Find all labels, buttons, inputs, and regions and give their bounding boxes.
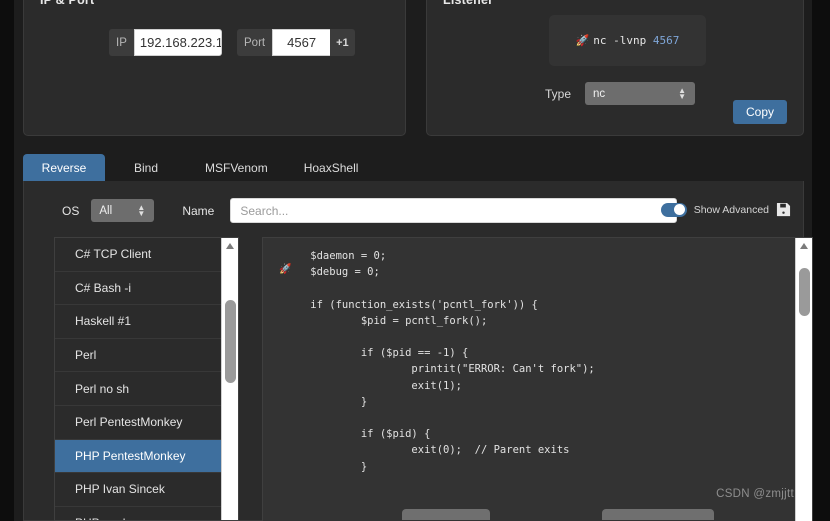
listener-command-port: 4567 — [652, 34, 680, 47]
listener-type-value: nc — [593, 87, 606, 100]
listener-type-select[interactable]: nc ▲ ▼ — [585, 82, 696, 105]
list-item[interactable]: C# Bash -i — [55, 272, 223, 306]
payload-list-items: C# TCP Client C# Bash -i Haskell #1 Perl… — [55, 238, 223, 520]
chevron-updown-icon: ▲ ▼ — [137, 202, 146, 218]
scroll-up-arrow-icon[interactable] — [226, 243, 234, 249]
list-item-selected[interactable]: PHP PentestMonkey — [55, 439, 223, 474]
bottom-action-button-1[interactable] — [402, 509, 490, 520]
rocket-icon: 🚀 — [279, 264, 292, 275]
payload-list-scrollbar[interactable] — [221, 238, 238, 520]
main-panel: OS All ▲▼ Name Show Advanced — [23, 181, 813, 521]
ip-port-card: IP & Port IP 192.168.223.12 Port 4567 +1 — [23, 0, 406, 136]
scrollbar-thumb[interactable] — [225, 300, 236, 383]
listener-card-title: Listener — [443, 0, 494, 7]
ip-port-card-title: IP & Port — [40, 0, 95, 7]
app-window: IP & Port IP 192.168.223.12 Port 4567 +1… — [0, 0, 830, 521]
scroll-up-arrow-icon[interactable] — [800, 243, 808, 249]
os-label: OS — [62, 203, 80, 218]
listener-command-text: nc -lvnp 4567 — [593, 34, 679, 47]
watermark: CSDN @zmjjtt — [716, 488, 794, 500]
filter-row: OS All ▲ ▼ Name — [62, 198, 678, 223]
ip-input[interactable]: 192.168.223.12 — [133, 29, 222, 56]
chevron-updown-icon: ▲ ▼ — [678, 85, 687, 101]
os-select-value: All — [99, 204, 113, 217]
show-advanced-label: Show Advanced — [693, 203, 769, 216]
tab-reverse[interactable]: Reverse — [23, 154, 105, 181]
port-field-group: Port 4567 +1 — [237, 29, 355, 56]
scrollbar-thumb[interactable] — [799, 268, 810, 316]
save-icon[interactable] — [776, 202, 791, 217]
ip-label: IP — [109, 29, 134, 56]
code-viewer: $daemon = 0; $debug = 0; if (function_ex… — [262, 237, 813, 521]
payload-list: C# TCP Client C# Bash -i Haskell #1 Perl… — [54, 237, 239, 521]
listener-card: Listener Advanced 🚀 nc -lvnp 4567 Type n… — [426, 0, 804, 136]
show-advanced-group: Show Advanced — [660, 202, 791, 217]
search-input[interactable] — [230, 198, 678, 223]
list-item[interactable]: PHP cmd — [55, 507, 223, 520]
listener-type-label: Type — [545, 86, 572, 101]
tab-bind[interactable]: Bind — [105, 154, 187, 181]
ip-field-group: IP 192.168.223.12 — [109, 29, 222, 56]
list-item[interactable]: C# TCP Client — [55, 238, 223, 272]
listener-command-base: nc -lvnp — [593, 34, 653, 47]
toggle-switch-show-advanced[interactable] — [660, 202, 687, 217]
tab-msfvenom[interactable]: MSFVenom — [187, 154, 286, 181]
copy-button[interactable]: Copy — [732, 100, 787, 124]
port-increment-button[interactable]: +1 — [330, 29, 355, 56]
name-label: Name — [182, 203, 215, 218]
os-select[interactable]: All ▲ ▼ — [91, 199, 155, 222]
listener-type-row: Type nc ▲ ▼ — [545, 82, 696, 105]
app-content: IP & Port IP 192.168.223.12 Port 4567 +1… — [14, 0, 813, 521]
top-cards: IP & Port IP 192.168.223.12 Port 4567 +1… — [14, 0, 812, 136]
port-input[interactable]: 4567 — [272, 29, 331, 56]
bottom-action-button-2[interactable] — [602, 509, 714, 520]
tab-hoaxshell[interactable]: HoaxShell — [286, 154, 377, 181]
filter-toolbar: OS All ▲▼ Name Show Advanced — [24, 181, 805, 233]
list-item[interactable]: Perl no sh — [55, 372, 223, 406]
list-item[interactable]: PHP Ivan Sincek — [55, 473, 223, 507]
list-item[interactable]: Haskell #1 — [55, 305, 223, 339]
tab-bar: Reverse Bind MSFVenom HoaxShell — [23, 154, 804, 181]
page-gutter-left — [0, 0, 14, 521]
list-item[interactable]: Perl — [55, 339, 223, 373]
page-gutter-right — [812, 0, 830, 521]
rocket-icon: 🚀 — [575, 35, 590, 47]
code-scrollbar[interactable] — [795, 238, 812, 521]
code-text[interactable]: $daemon = 0; $debug = 0; if (function_ex… — [263, 238, 594, 475]
listener-command-box[interactable]: 🚀 nc -lvnp 4567 — [549, 15, 706, 66]
list-item[interactable]: Perl PentestMonkey — [55, 406, 223, 440]
port-label: Port — [237, 29, 273, 56]
toggle-knob — [674, 204, 686, 215]
